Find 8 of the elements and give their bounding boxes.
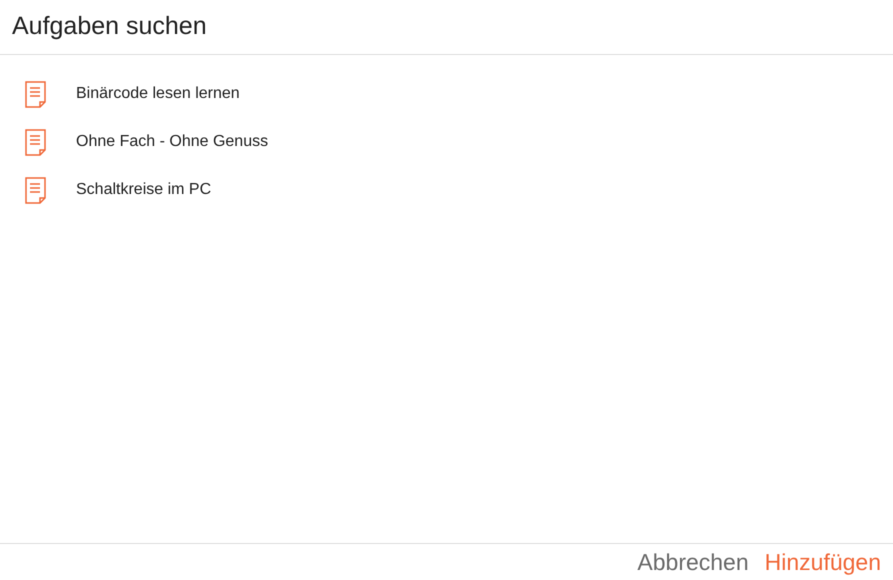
document-icon: [25, 128, 46, 156]
document-icon: [25, 80, 46, 108]
task-item[interactable]: Ohne Fach - Ohne Genuss: [0, 118, 893, 166]
document-icon: [25, 176, 46, 204]
task-item[interactable]: Binärcode lesen lernen: [0, 70, 893, 118]
dialog-title: Aufgaben suchen: [12, 11, 207, 42]
cancel-button[interactable]: Abbrechen: [633, 544, 753, 580]
task-item[interactable]: Schaltkreise im PC: [0, 166, 893, 214]
